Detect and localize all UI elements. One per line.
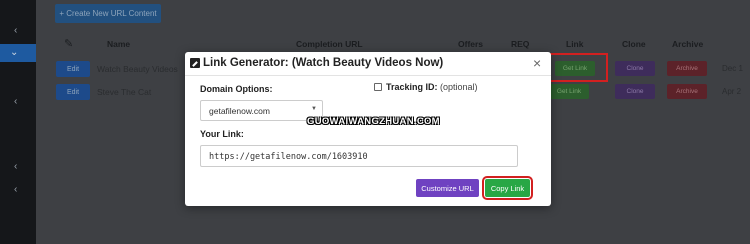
clone-button[interactable]: Clone: [615, 84, 655, 99]
chevron-left-icon[interactable]: ‹: [14, 96, 17, 107]
watermark: GUOWAIWANGZHUAN.COM: [307, 116, 440, 127]
row-name: Watch Beauty Videos: [97, 64, 178, 74]
row-date: Apr 2: [722, 87, 742, 96]
tracking-id-label-text: Tracking ID:: [386, 82, 438, 92]
caret-down-icon: ▼: [311, 106, 317, 112]
tracking-id-checkbox[interactable]: [374, 83, 382, 91]
domain-select-value: getafilenow.com: [209, 106, 270, 116]
row-edit-button[interactable]: Edit: [56, 61, 90, 77]
modal-title: Link Generator: (Watch Beauty Videos Now…: [203, 57, 444, 69]
your-link-label: Your Link:: [200, 129, 244, 139]
row-date: Dec 1: [722, 64, 743, 73]
edit-icon: ✎: [64, 38, 74, 50]
create-content-button[interactable]: + Create New URL Content: [55, 4, 161, 23]
column-header-archive: Archive: [672, 39, 704, 49]
column-header-name: Name: [107, 39, 131, 49]
chevron-left-icon[interactable]: ‹: [14, 161, 17, 172]
row-name: Steve The Cat: [97, 87, 152, 97]
chevron-left-icon[interactable]: ‹: [14, 25, 17, 36]
your-link-field[interactable]: https://getafilenow.com/1603910: [200, 145, 518, 167]
customize-url-button[interactable]: Customize URL: [416, 179, 479, 197]
clone-button[interactable]: Clone: [615, 61, 655, 76]
chevron-left-icon[interactable]: ‹: [14, 184, 17, 195]
copy-link-button[interactable]: Copy Link: [482, 176, 533, 200]
modal-header: Link Generator: (Watch Beauty Videos Now…: [185, 52, 551, 76]
get-link-button[interactable]: Get Link: [549, 84, 589, 99]
column-header-offers: Offers: [458, 39, 484, 49]
your-link-value: https://getafilenow.com/1603910: [209, 152, 368, 162]
domain-select[interactable]: getafilenow.com ▼: [200, 100, 323, 121]
close-icon[interactable]: ×: [533, 55, 541, 71]
chevron-down-icon: ⌄: [10, 47, 19, 58]
row-edit-button[interactable]: Edit: [56, 84, 90, 100]
column-header-req: REQ: [511, 39, 530, 49]
archive-button[interactable]: Archive: [667, 61, 707, 76]
edit-icon: [190, 58, 200, 68]
tracking-id-optional-text: (optional): [440, 82, 478, 92]
domain-options-label: Domain Options:: [200, 84, 273, 94]
column-header-completion-url: Completion URL: [296, 39, 363, 49]
tracking-id-label: Tracking ID: (optional): [386, 82, 478, 92]
sidebar: ‹ ⌄ ‹ ‹ ‹: [0, 0, 36, 244]
highlight-annotation: [549, 53, 608, 82]
link-generator-modal: Link Generator: (Watch Beauty Videos Now…: [185, 52, 551, 206]
column-header-link: Link: [566, 39, 584, 49]
archive-button[interactable]: Archive: [667, 84, 707, 99]
column-header-clone: Clone: [622, 39, 646, 49]
